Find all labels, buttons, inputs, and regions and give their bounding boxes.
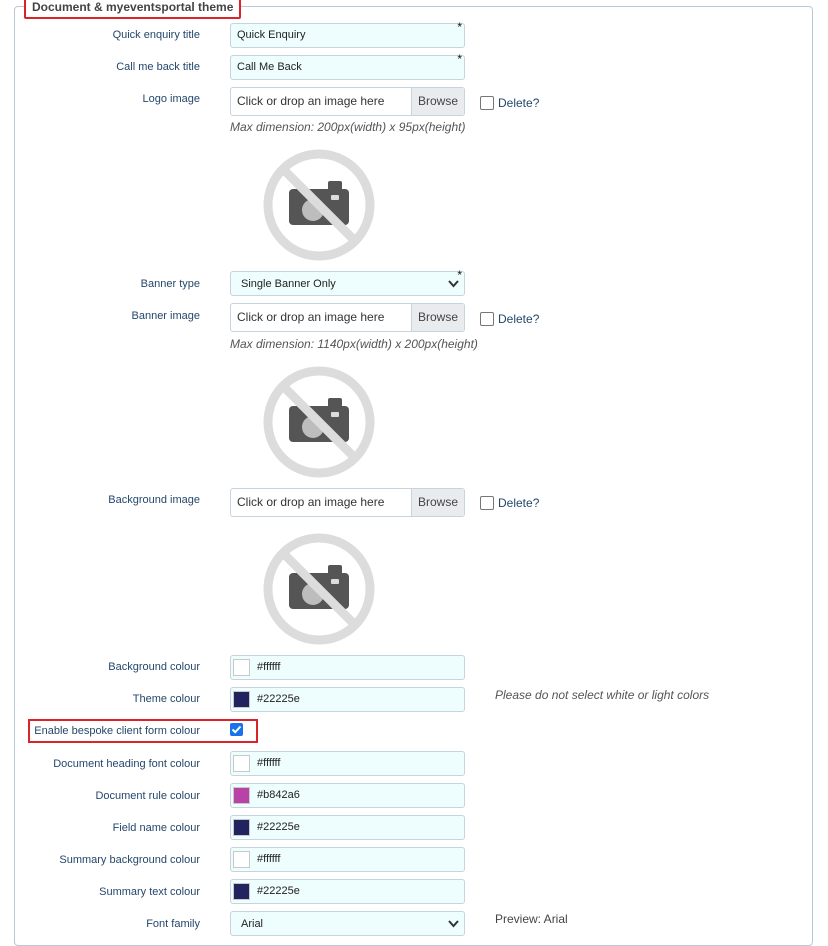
logo-image-placeholder: Click or drop an image here [237, 94, 385, 108]
chevron-down-icon [448, 280, 459, 288]
banner-image-placeholder: Click or drop an image here [237, 310, 385, 324]
logo-image-label: Logo image [142, 93, 201, 105]
quick-enquiry-title-value: Quick Enquiry [237, 29, 306, 41]
summary-text-colour-value: #22225e [257, 885, 300, 897]
summary-text-colour-input[interactable]: #22225e [230, 879, 465, 904]
no-image-icon [263, 533, 375, 645]
banner-type-select[interactable]: Single Banner Only * [230, 269, 465, 296]
bespoke-client-form-colour-label: Enable bespoke client form colour [34, 725, 200, 737]
banner-image-dropzone[interactable]: Click or drop an image here Browse [230, 303, 465, 332]
banner-type-value: Single Banner Only [241, 278, 336, 290]
banner-image-hint: Max dimension: 1140px(width) x 200px(hei… [230, 337, 478, 351]
call-me-back-title-input[interactable]: Call Me Back * [230, 52, 465, 80]
checkbox-icon [480, 312, 494, 326]
background-colour-value: #ffffff [257, 661, 281, 673]
theme-colour-input[interactable]: #22225e [230, 687, 465, 712]
document-rule-colour-value: #b842a6 [257, 789, 300, 801]
font-preview: Preview: Arial [495, 912, 568, 926]
document-heading-font-colour-input[interactable]: #ffffff [230, 751, 465, 776]
field-name-colour-value: #22225e [257, 821, 300, 833]
background-colour-label: Background colour [108, 661, 200, 673]
banner-image-browse-button[interactable]: Browse [411, 304, 464, 331]
logo-image-browse-button[interactable]: Browse [411, 88, 464, 115]
required-marker: * [457, 20, 462, 34]
logo-image-dropzone[interactable]: Click or drop an image here Browse [230, 87, 465, 116]
background-image-browse-button[interactable]: Browse [411, 489, 464, 516]
call-me-back-title-label: Call me back title [116, 61, 200, 73]
field-name-colour-input[interactable]: #22225e [230, 815, 465, 840]
summary-background-colour-value: #ffffff [257, 853, 281, 865]
document-rule-colour-swatch[interactable] [233, 787, 250, 804]
summary-text-colour-label: Summary text colour [99, 886, 200, 898]
field-name-colour-swatch[interactable] [233, 819, 250, 836]
field-name-colour-label: Field name colour [112, 822, 200, 834]
background-image-delete-checkbox[interactable]: Delete? [480, 496, 539, 510]
document-rule-colour-label: Document rule colour [95, 790, 200, 802]
background-colour-input[interactable]: #ffffff [230, 655, 465, 680]
no-image-icon [263, 366, 375, 478]
background-image-delete-label: Delete? [498, 496, 540, 510]
theme-colour-swatch[interactable] [233, 691, 250, 708]
logo-image-delete-label: Delete? [498, 96, 540, 110]
document-rule-colour-input[interactable]: #b842a6 [230, 783, 465, 808]
banner-type-label: Banner type [140, 278, 200, 290]
theme-colour-label: Theme colour [132, 693, 200, 705]
logo-image-hint: Max dimension: 200px(width) x 95px(heigh… [230, 120, 466, 134]
theme-colour-value: #22225e [257, 693, 300, 705]
summary-background-colour-label: Summary background colour [59, 854, 200, 866]
call-me-back-title-value: Call Me Back [237, 61, 302, 73]
document-heading-font-colour-swatch[interactable] [233, 755, 250, 772]
font-family-value: Arial [241, 918, 264, 930]
banner-image-delete-label: Delete? [498, 312, 540, 326]
font-family-select[interactable]: Arial [230, 911, 465, 936]
background-colour-swatch[interactable] [233, 659, 250, 676]
bespoke-client-form-colour-checkbox[interactable] [230, 723, 243, 736]
quick-enquiry-title-label: Quick enquiry title [112, 29, 200, 41]
font-family-label: Font family [146, 918, 200, 930]
required-marker: * [457, 52, 462, 66]
summary-text-colour-swatch[interactable] [233, 883, 250, 900]
section-title: Document & myeventsportal theme [24, 0, 242, 19]
background-image-label: Background image [108, 494, 200, 506]
background-image-placeholder: Click or drop an image here [237, 495, 385, 509]
document-heading-font-colour-label: Document heading font colour [53, 758, 200, 770]
no-image-icon [263, 149, 375, 261]
checkbox-icon [480, 96, 494, 110]
banner-image-label: Banner image [131, 310, 201, 322]
chevron-down-icon [448, 920, 459, 928]
logo-image-delete-checkbox[interactable]: Delete? [480, 96, 539, 110]
checkmark-icon [231, 725, 242, 734]
quick-enquiry-title-input[interactable]: Quick Enquiry * [230, 20, 465, 48]
banner-image-delete-checkbox[interactable]: Delete? [480, 312, 539, 326]
checkbox-icon [480, 496, 494, 510]
theme-colour-note: Please do not select white or light colo… [495, 688, 710, 702]
summary-background-colour-swatch[interactable] [233, 851, 250, 868]
document-heading-font-colour-value: #ffffff [257, 757, 281, 769]
summary-background-colour-input[interactable]: #ffffff [230, 847, 465, 872]
background-image-dropzone[interactable]: Click or drop an image here Browse [230, 488, 465, 517]
